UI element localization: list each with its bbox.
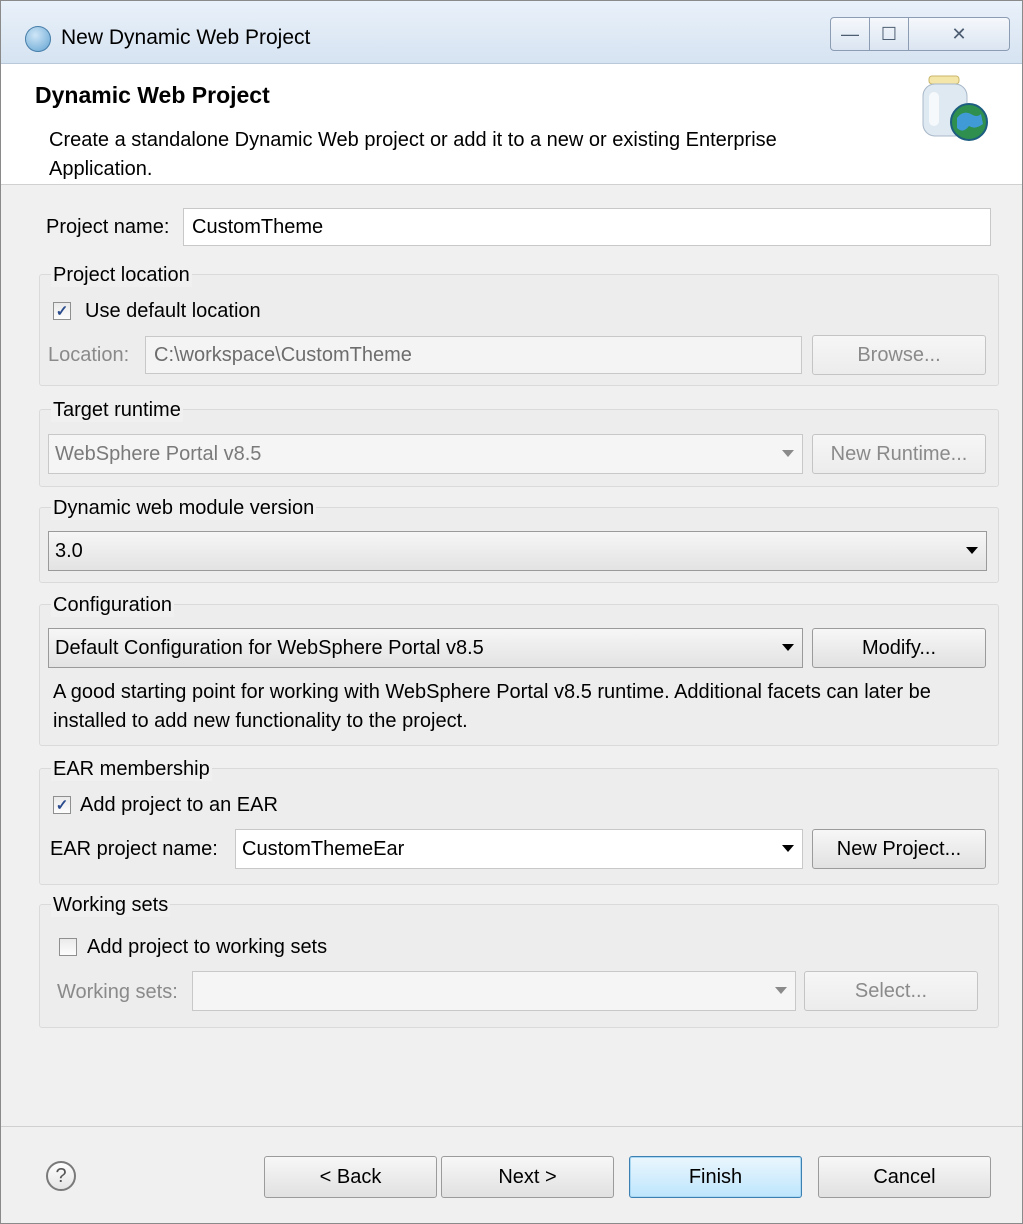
use-default-location-label[interactable]: Use default location xyxy=(85,300,261,323)
web-module-version-value: 3.0 xyxy=(55,539,83,562)
chevron-down-icon xyxy=(782,644,794,651)
target-runtime-value: WebSphere Portal v8.5 xyxy=(55,442,262,465)
add-to-ear-checkbox[interactable]: ✓ xyxy=(53,796,71,814)
cancel-button[interactable]: Cancel xyxy=(818,1156,991,1198)
configuration-description: A good starting point for working with W… xyxy=(53,681,931,732)
chevron-down-icon xyxy=(966,547,978,554)
ear-project-name-value: CustomThemeEar xyxy=(242,837,405,860)
new-dynamic-web-project-dialog: New Dynamic Web Project — ☐ ✕ Dynamic We… xyxy=(0,0,1023,1224)
project-name-input[interactable]: CustomTheme xyxy=(183,208,991,246)
location-input[interactable]: C:\workspace\CustomTheme xyxy=(145,336,802,374)
web-module-version-select[interactable]: 3.0 xyxy=(48,531,987,571)
web-module-version-title: Dynamic web module version xyxy=(51,497,317,520)
project-location-title: Project location xyxy=(51,264,192,287)
finish-button[interactable]: Finish xyxy=(629,1156,802,1198)
working-sets-label: Working sets: xyxy=(57,981,178,1003)
chevron-down-icon xyxy=(775,987,787,994)
title-bar[interactable]: New Dynamic Web Project — ☐ ✕ xyxy=(1,1,1022,64)
target-runtime-title: Target runtime xyxy=(51,399,183,422)
browse-button[interactable]: Browse... xyxy=(812,335,986,375)
window-controls: — ☐ ✕ xyxy=(830,17,1012,51)
configuration-select[interactable]: Default Configuration for WebSphere Port… xyxy=(48,628,803,668)
project-name-label: Project name: xyxy=(46,216,170,238)
ear-project-name-select[interactable]: CustomThemeEar xyxy=(235,829,803,869)
working-sets-select[interactable] xyxy=(192,971,796,1011)
add-to-working-sets-checkbox[interactable] xyxy=(59,938,77,956)
working-sets-title: Working sets xyxy=(51,894,171,917)
modify-button[interactable]: Modify... xyxy=(812,628,986,668)
use-default-location-checkbox[interactable]: ✓ xyxy=(53,302,71,320)
select-working-sets-button[interactable]: Select... xyxy=(804,971,978,1011)
new-runtime-button[interactable]: New Runtime... xyxy=(812,434,986,474)
target-runtime-select[interactable]: WebSphere Portal v8.5 xyxy=(48,434,803,474)
next-button[interactable]: Next > xyxy=(441,1156,614,1198)
chevron-down-icon xyxy=(782,450,794,457)
web-project-jar-globe-icon xyxy=(922,75,988,141)
back-button[interactable]: < Back xyxy=(264,1156,437,1198)
new-project-button[interactable]: New Project... xyxy=(812,829,986,869)
wizard-page-title: Dynamic Web Project xyxy=(35,82,270,108)
minimize-button[interactable]: — xyxy=(830,17,870,51)
wizard-banner: Dynamic Web Project Create a standalone … xyxy=(1,64,1022,185)
close-button[interactable]: ✕ xyxy=(909,17,1010,51)
ear-project-name-label: EAR project name: xyxy=(50,838,218,860)
location-label: Location: xyxy=(48,344,130,366)
chevron-down-icon xyxy=(782,845,794,852)
help-icon[interactable]: ? xyxy=(46,1161,76,1191)
wizard-page-description: Create a standalone Dynamic Web project … xyxy=(49,129,777,180)
configuration-title: Configuration xyxy=(51,594,174,617)
add-to-ear-label[interactable]: Add project to an EAR xyxy=(80,794,278,817)
configuration-value: Default Configuration for WebSphere Port… xyxy=(55,636,484,659)
eclipse-app-icon xyxy=(25,26,51,52)
add-to-working-sets-label[interactable]: Add project to working sets xyxy=(87,936,327,959)
maximize-button[interactable]: ☐ xyxy=(870,17,909,51)
ear-membership-title: EAR membership xyxy=(51,758,212,781)
footer-separator xyxy=(1,1126,1022,1127)
window-title: New Dynamic Web Project xyxy=(61,26,311,49)
